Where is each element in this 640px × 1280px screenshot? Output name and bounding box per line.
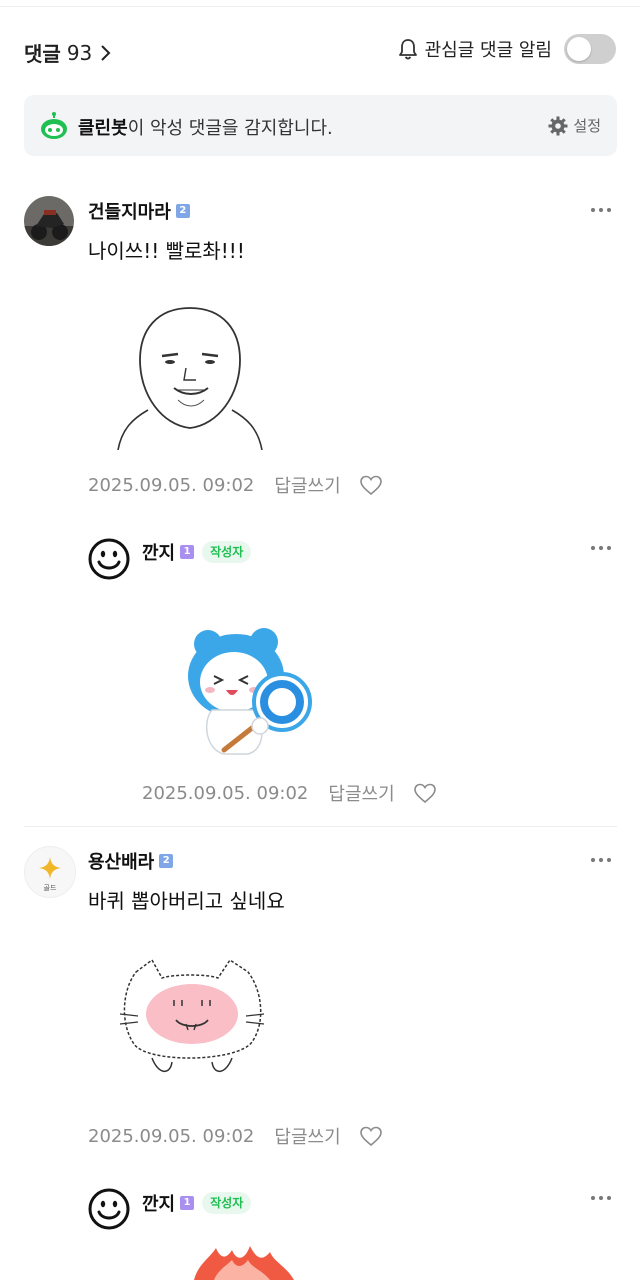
more-options-icon[interactable] (590, 206, 612, 214)
avatar[interactable]: 골드 (24, 846, 76, 898)
comment-meta: 2025.09.05. 09:02 답글쓰기 (88, 472, 383, 498)
level-badge: 1 (180, 545, 195, 559)
comment-text: 바퀴 뽑아버리고 싶네요 (88, 889, 285, 913)
notify-toggle[interactable] (564, 34, 616, 64)
cleanbot-name: 클린봇 (78, 118, 128, 139)
comment-nickname[interactable]: 용산배라 2 (88, 848, 174, 874)
comment-nickname[interactable]: 건들지마라 2 (88, 198, 190, 224)
smiley-face-avatar[interactable] (88, 1188, 130, 1230)
smiley-face-avatar[interactable] (88, 538, 130, 580)
gear-icon (548, 116, 568, 135)
chevron-right-icon (101, 44, 111, 61)
heart-icon[interactable] (359, 1125, 383, 1147)
level-badge: 2 (175, 204, 190, 218)
avatar[interactable] (24, 196, 74, 246)
comment-nickname[interactable]: 깐지 1 작성자 (142, 539, 252, 565)
reply-button[interactable]: 답글쓰기 (274, 1123, 340, 1149)
comments-count-link[interactable]: 댓글 93 (24, 38, 114, 67)
settings-label: 설정 (573, 117, 601, 135)
notify-label: 관심글 댓글 알림 (424, 40, 552, 61)
comment-item: 건들지마라 2 나이쓰!! 빨로촤!!! 2025.09.05. 09:02 답… (0, 190, 640, 510)
comment-nickname[interactable]: 깐지 1 작성자 (142, 1190, 252, 1216)
comment-date: 2025.09.05. 09:02 (88, 1125, 255, 1147)
nickname-text: 깐지 (142, 543, 176, 564)
comment-meta: 2025.09.05. 09:02 답글쓰기 (142, 780, 437, 806)
level-badge: 2 (159, 854, 174, 868)
heart-icon[interactable] (413, 782, 437, 804)
comment-date: 2025.09.05. 09:02 (88, 474, 255, 496)
avatar-grade-label: 골드 (43, 884, 57, 892)
nickname-text: 용산배라 (88, 852, 155, 873)
nickname-text: 건들지마라 (88, 202, 171, 223)
author-badge: 작성자 (202, 1192, 252, 1214)
cleanbot-description: 이 악성 댓글을 감지합니다. (127, 118, 333, 139)
more-options-icon[interactable] (590, 544, 612, 552)
cleanbot-text: 클린봇이 악성 댓글을 감지합니다. (78, 114, 333, 140)
cleanbot-banner: 클린봇이 악성 댓글을 감지합니다. 설정 (24, 95, 617, 156)
heart-icon[interactable] (359, 474, 383, 496)
comment-meta: 2025.09.05. 09:02 답글쓰기 (88, 1123, 383, 1149)
toggle-knob (567, 37, 591, 61)
nickname-text: 깐지 (142, 1194, 176, 1215)
comments-count: 93 (66, 40, 93, 65)
cleanbot-settings-button[interactable]: 설정 (548, 115, 601, 136)
level-badge: 1 (180, 1196, 195, 1210)
comments-header: 댓글 93 관심글 댓글 알림 (24, 30, 616, 74)
reply-button[interactable]: 답글쓰기 (274, 472, 340, 498)
reply-item: 깐지 1 작성자 (0, 1182, 640, 1280)
motorcycle-photo-avatar (24, 196, 74, 246)
comment-divider (24, 826, 617, 827)
blushing-cat-sticker (119, 958, 265, 1072)
blue-bear-circle-sign-sticker (188, 628, 312, 755)
author-badge: 작성자 (202, 541, 252, 563)
red-flame-sticker (194, 1246, 294, 1280)
reply-button[interactable]: 답글쓰기 (328, 780, 394, 806)
reply-item: 깐지 1 작성자 2025.09.05. 09:02 답글쓰기 (0, 530, 640, 810)
more-options-icon[interactable] (590, 1194, 612, 1202)
comments-label: 댓글 (24, 42, 61, 66)
top-divider (0, 0, 640, 7)
comment-date: 2025.09.05. 09:02 (142, 782, 309, 804)
comment-item: 골드 용산배라 2 바퀴 뽑아버리고 싶네요 2025.09.05. 09:02… (0, 840, 640, 1160)
comment-text: 나이쓰!! 빨로촤!!! (88, 239, 245, 263)
cleanbot-icon (41, 112, 67, 139)
bald-man-face-sticker (117, 307, 263, 450)
more-options-icon[interactable] (590, 856, 612, 864)
notify-toggle-row: 관심글 댓글 알림 (397, 34, 616, 64)
bell-icon (398, 39, 417, 60)
